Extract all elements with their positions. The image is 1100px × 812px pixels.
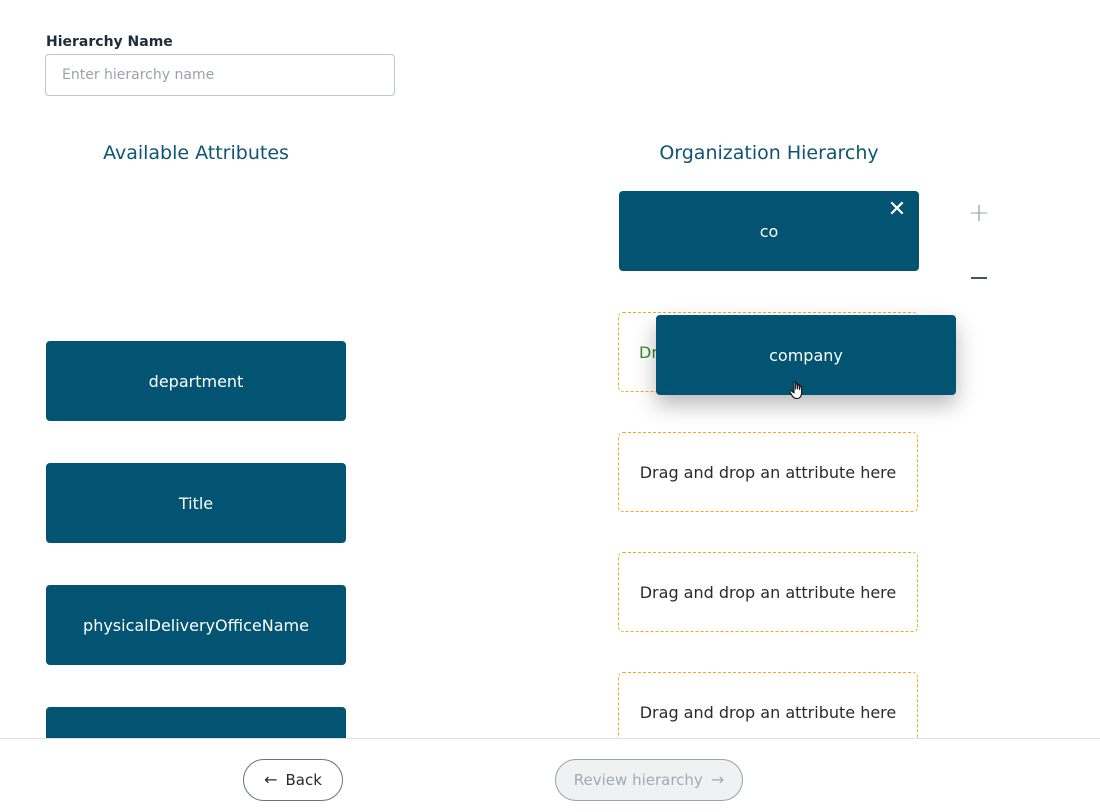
available-attributes-heading: Available Attributes xyxy=(103,142,289,164)
organization-hierarchy-heading: Organization Hierarchy xyxy=(659,142,879,164)
attribute-tile-physical-delivery-office-name[interactable]: physicalDeliveryOfficeName xyxy=(46,585,346,665)
hierarchy-level-co[interactable]: co ✕ xyxy=(619,191,919,271)
dragged-attribute-company[interactable]: company xyxy=(656,315,956,395)
minus-icon[interactable] xyxy=(966,265,992,291)
dropzone-label: Drag and drop an attribute here xyxy=(639,462,897,482)
attribute-tile-title[interactable]: Title xyxy=(46,463,346,543)
review-button-label: Review hierarchy xyxy=(573,771,703,789)
hierarchy-name-label: Hierarchy Name xyxy=(46,34,173,50)
dropzone[interactable]: Drag and drop an attribute here xyxy=(618,432,918,512)
dropzone-label: Drag and drop an attribute here xyxy=(639,582,897,602)
dropzone[interactable]: Drag and drop an attribute here xyxy=(618,552,918,632)
hierarchy-level-label: co xyxy=(759,221,779,241)
review-hierarchy-button[interactable]: Review hierarchy → xyxy=(555,759,743,801)
hierarchy-builder-page: Hierarchy Name Available Attributes Orga… xyxy=(0,0,1100,812)
back-button[interactable]: ← Back xyxy=(243,759,343,801)
footer-bar: ← Back Review hierarchy → xyxy=(0,738,1100,812)
arrow-left-icon: ← xyxy=(264,770,278,789)
close-icon[interactable]: ✕ xyxy=(887,199,907,221)
grab-cursor-icon xyxy=(789,381,803,400)
attribute-tile-department[interactable]: department xyxy=(46,341,346,421)
plus-icon[interactable]: + xyxy=(966,198,992,228)
arrow-right-icon: → xyxy=(710,770,725,789)
hierarchy-name-input[interactable] xyxy=(45,54,395,96)
dropzone-label: Drag and drop an attribute here xyxy=(639,702,897,722)
back-button-label: Back xyxy=(285,771,322,789)
